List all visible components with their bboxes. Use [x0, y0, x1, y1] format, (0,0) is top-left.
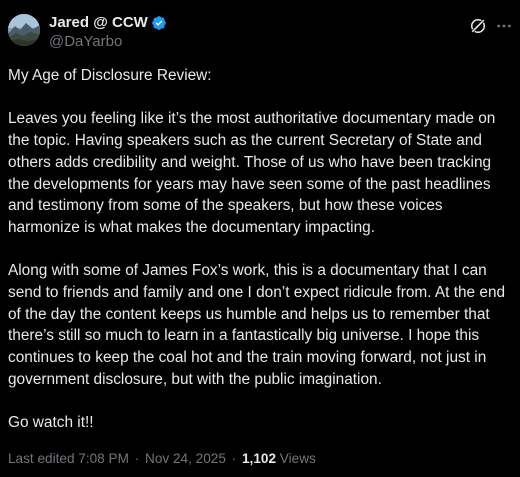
verified-badge-icon [151, 16, 166, 30]
post-paragraph: Go watch it!! [8, 414, 94, 432]
meta-separator: · [134, 451, 140, 466]
post-meta: Last edited 7:08 PM · Nov 24, 2025 · 1,1… [8, 450, 316, 468]
author-display-name[interactable]: Jared @ CCW [49, 14, 148, 32]
post-paragraph: Leaves you feeling like it’s the most au… [8, 110, 500, 236]
tweet-card: Jared @ CCW @DaYarbo My Age of Disclosur… [0, 0, 520, 477]
author-name-row: Jared @ CCW [49, 14, 167, 32]
avatar[interactable] [8, 14, 40, 46]
meta-separator: · [231, 451, 237, 466]
post-date[interactable]: Nov 24, 2025 [145, 451, 226, 466]
edited-timestamp[interactable]: Last edited 7:08 PM [8, 451, 129, 466]
post-body: My Age of Disclosure Review: Leaves you … [8, 65, 514, 456]
views-label: Views [279, 451, 316, 466]
post-paragraph: My Age of Disclosure Review: [8, 67, 212, 84]
more-options-icon[interactable] [494, 16, 514, 36]
views-count[interactable]: 1,102 [242, 451, 276, 466]
post-paragraph: Along with some of James Fox’s work, thi… [8, 262, 510, 388]
grok-icon[interactable] [468, 16, 488, 36]
mountain-landscape-avatar-icon [8, 14, 40, 46]
author-handle[interactable]: @DaYarbo [49, 33, 122, 51]
